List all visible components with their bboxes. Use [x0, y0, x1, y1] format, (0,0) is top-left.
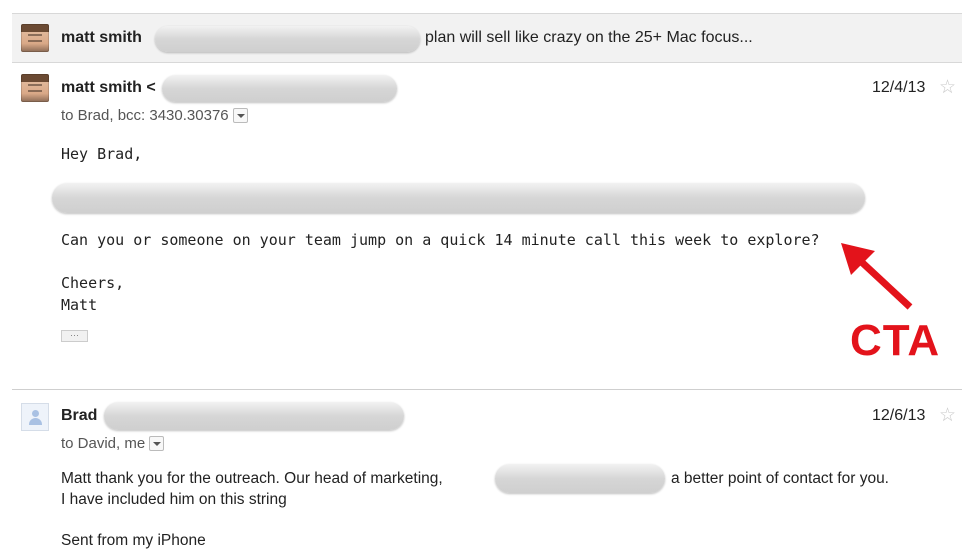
redacted-email [162, 75, 397, 102]
cta-label: CTA [850, 316, 941, 365]
message1-recipients-text: to Brad, bcc: 3430.30376 [61, 107, 229, 124]
chevron-down-icon[interactable] [232, 107, 248, 123]
redacted-name [495, 464, 665, 493]
message1-signoff: Cheers, [61, 274, 125, 292]
default-avatar-icon [21, 403, 49, 431]
message2-body-part2: a better point of contact for you. [671, 470, 889, 487]
message2-footer: Sent from my iPhone [61, 532, 206, 549]
message1-date: 12/4/13 [872, 79, 926, 96]
message1-signature: Matt [61, 296, 98, 314]
star-icon[interactable]: ☆ [939, 406, 956, 425]
message1-question: Can you or someone on your team jump on … [61, 231, 820, 249]
message2-body-part1: Matt thank you for the outreach. Our hea… [61, 470, 443, 487]
message2-body-line2: I have included him on this string [61, 491, 287, 508]
collapsed-sender-name: matt smith [61, 29, 142, 46]
redacted-email [104, 402, 404, 430]
avatar-body-shape [29, 418, 42, 425]
message1-recipients: to Brad, bcc: 3430.30376 [61, 107, 248, 124]
avatar-head-shape [32, 410, 39, 417]
show-trimmed-content-button[interactable]: ··· [61, 330, 88, 342]
message2-date: 12/6/13 [872, 407, 926, 424]
message2-recipients: to David, me [61, 435, 165, 452]
message2-recipients-text: to David, me [61, 435, 146, 452]
collapsed-snippet: plan will sell like crazy on the 25+ Mac… [425, 29, 753, 46]
sender-avatar-icon [21, 74, 49, 102]
message2-sender-name: Brad [61, 407, 98, 424]
sender-avatar-icon [21, 24, 49, 52]
chevron-down-icon[interactable] [149, 435, 165, 451]
arrow-annotation-icon [841, 243, 913, 310]
message1-sender-name: matt smith < [61, 79, 156, 96]
message1-greeting: Hey Brad, [61, 145, 143, 163]
star-icon[interactable]: ☆ [939, 78, 956, 97]
redacted-body-line [52, 183, 865, 213]
redacted-email [155, 26, 420, 52]
message-divider [12, 389, 962, 390]
